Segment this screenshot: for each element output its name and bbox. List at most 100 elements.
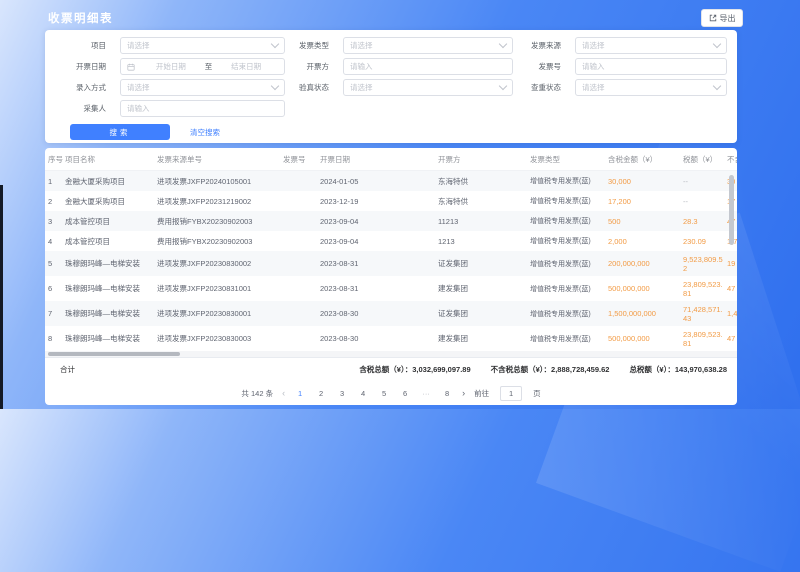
cell-issuer: 东海特供 (438, 176, 530, 187)
invoice-date-range-picker[interactable]: 开始日期 至 结束日期 (120, 58, 285, 75)
verify-status-select[interactable]: 请选择 (343, 79, 513, 96)
end-date-input[interactable]: 结束日期 (214, 61, 278, 72)
invoice-type-label: 发票类型 (285, 40, 333, 51)
table-row[interactable]: 7珠穆朗玛峰—电梯安装进项发票JXFP202308300012023-08-30… (45, 301, 737, 326)
horizontal-scrollbar-thumb[interactable] (48, 352, 180, 356)
invoice-source-label: 发票来源 (513, 40, 565, 51)
cell-invoice-date: 2023-08-30 (320, 309, 438, 318)
cell-index: 4 (45, 237, 65, 246)
issuer-input[interactable] (343, 58, 513, 75)
invoice-type-select[interactable]: 请选择 (343, 37, 513, 54)
cell-invoice-type: 增值税专用发票(蓝) (530, 334, 608, 344)
invoice-no-input[interactable] (575, 58, 727, 75)
cell-tax: 28.3 (683, 217, 727, 226)
page-ellipsis: ··· (420, 389, 432, 398)
cell-invoice-type: 增值税专用发票(蓝) (530, 236, 608, 246)
cell-doc-no: JXFP20230830001 (187, 309, 283, 318)
cell-invoice-type: 增值税专用发票(蓝) (530, 196, 608, 206)
table-row[interactable]: 2金融大厦采购项目进项发票JXFP202312190022023-12-19东海… (45, 191, 737, 211)
entry-method-label: 录入方式 (45, 82, 110, 93)
cell-tax: -- (683, 177, 727, 186)
cell-invoice-date: 2023-08-31 (320, 284, 438, 293)
issuer-label: 开票方 (285, 61, 333, 72)
invoice-no-label: 发票号 (513, 61, 565, 72)
clear-search-link[interactable]: 清空搜索 (190, 127, 220, 138)
cell-index: 1 (45, 177, 65, 186)
column-header: 项目名称 (65, 154, 157, 165)
cell-doc-no: FYBX20230902003 (187, 237, 283, 246)
table-row[interactable]: 1金融大厦采购项目进项发票JXFP202401050012024-01-05东海… (45, 171, 737, 191)
cell-project-name: 成本管控项目 (65, 216, 157, 227)
column-header: 开票方 (438, 154, 530, 165)
cell-invoice-source: 进项发票 (157, 258, 187, 269)
cell-invoice-date: 2023-09-04 (320, 217, 438, 226)
entry-method-select[interactable]: 请选择 (120, 79, 285, 96)
cell-invoice-type: 增值税专用发票(蓝) (530, 284, 608, 294)
collector-input[interactable] (120, 100, 285, 117)
project-placeholder: 请选择 (127, 40, 150, 51)
cell-index: 2 (45, 197, 65, 206)
table-row[interactable]: 5珠穆朗玛峰—电梯安装进项发票JXFP202308300022023-08-31… (45, 251, 737, 276)
cell-amount-without-tax: 47 (727, 334, 737, 343)
cell-amount-with-tax: 200,000,000 (608, 259, 683, 268)
summary-label: 合计 (45, 364, 75, 375)
column-header: 开票日期 (320, 154, 438, 165)
pagination-pages: 123456 ··· 8 (294, 389, 453, 398)
goto-page-input[interactable] (500, 386, 522, 401)
chevron-down-icon (499, 82, 507, 90)
vertical-scrollbar-thumb[interactable] (729, 175, 734, 245)
cell-index: 6 (45, 284, 65, 293)
cell-project-name: 金融大厦采购项目 (65, 196, 157, 207)
page-button[interactable]: 2 (315, 389, 327, 398)
search-button[interactable]: 搜索 (70, 124, 170, 140)
column-header: 税额（¥） (683, 154, 727, 165)
table-row[interactable]: 8珠穆朗玛峰—电梯安装进项发票JXFP202308300032023-08-30… (45, 326, 737, 351)
cell-invoice-source: 进项发票 (157, 176, 187, 187)
invoice-table-panel: 序号项目名称发票来源单号发票号开票日期开票方发票类型含税金额（¥）税额（¥）不含… (45, 148, 737, 405)
export-button[interactable]: 导出 (701, 9, 743, 27)
cell-invoice-source: 进项发票 (157, 283, 187, 294)
cell-amount-without-tax: 1,4 (727, 309, 737, 318)
summary-amount-with-tax: 含税总额（¥）：3,032,699,097.89 (359, 364, 470, 375)
cell-project-name: 金融大厦采购项目 (65, 176, 157, 187)
column-header: 单号 (187, 154, 283, 165)
start-date-input[interactable]: 开始日期 (139, 61, 203, 72)
cell-invoice-source: 费用报销 (157, 236, 187, 247)
invoice-source-select[interactable]: 请选择 (575, 37, 727, 54)
prev-page-button[interactable]: ‹ (282, 389, 285, 398)
export-label: 导出 (720, 13, 736, 24)
page-button[interactable]: 1 (294, 389, 306, 398)
table-row[interactable]: 4成本管控项目费用报销FYBX202309020032023-09-041213… (45, 231, 737, 251)
column-header: 含税金额（¥） (608, 154, 683, 165)
cell-issuer: 证发集团 (438, 258, 530, 269)
entry-method-placeholder: 请选择 (127, 82, 150, 93)
page-button[interactable]: 5 (378, 389, 390, 398)
table-body: 1金融大厦采购项目进项发票JXFP202401050012024-01-05东海… (45, 171, 737, 351)
chevron-down-icon (713, 40, 721, 48)
chevron-down-icon (713, 82, 721, 90)
cell-tax: -- (683, 197, 727, 206)
table-row[interactable]: 3成本管控项目费用报销FYBX202309020032023-09-041121… (45, 211, 737, 231)
cell-index: 5 (45, 259, 65, 268)
chevron-down-icon (499, 40, 507, 48)
page-button[interactable]: 3 (336, 389, 348, 398)
page-button[interactable]: 8 (441, 389, 453, 398)
date-separator: 至 (203, 61, 215, 72)
export-icon (709, 14, 717, 22)
horizontal-scrollbar-track (45, 351, 737, 357)
page-button[interactable]: 6 (399, 389, 411, 398)
dedup-status-label: 查重状态 (513, 82, 565, 93)
cell-amount-without-tax: 19 (727, 259, 737, 268)
summary-row: 合计 含税总额（¥）：3,032,699,097.89 不含税总额（¥）：2,8… (45, 357, 737, 381)
dedup-status-select[interactable]: 请选择 (575, 79, 727, 96)
cell-project-name: 珠穆朗玛峰—电梯安装 (65, 283, 157, 294)
column-header: 发票来源 (157, 154, 187, 165)
cell-invoice-type: 增值税专用发票(蓝) (530, 216, 608, 226)
next-page-button[interactable]: › (462, 389, 465, 398)
page-button[interactable]: 4 (357, 389, 369, 398)
project-select[interactable]: 请选择 (120, 37, 285, 54)
total-count: 共 142 条 (241, 388, 273, 399)
table-row[interactable]: 6珠穆朗玛峰—电梯安装进项发票JXFP202308310012023-08-31… (45, 276, 737, 301)
cell-index: 7 (45, 309, 65, 318)
cell-issuer: 1213 (438, 237, 530, 246)
